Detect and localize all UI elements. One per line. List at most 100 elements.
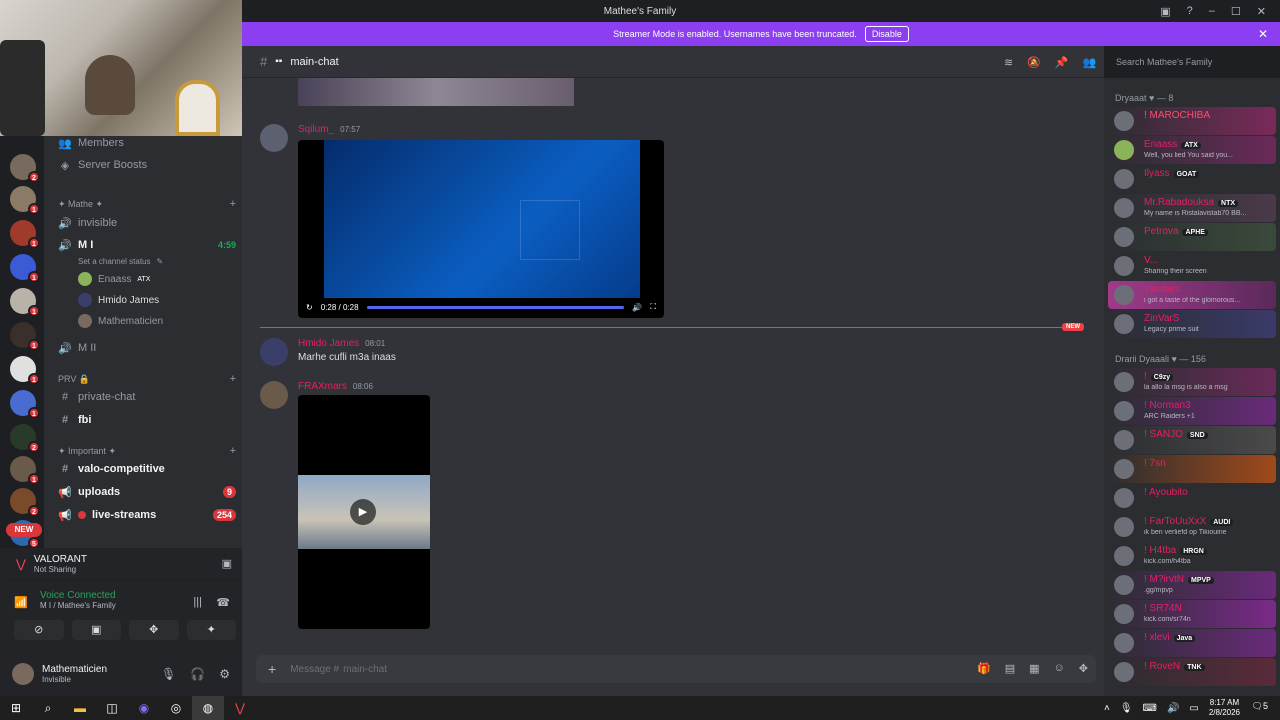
screen-share-icon[interactable]: ▣ xyxy=(1160,5,1170,18)
add-channel-icon[interactable]: + xyxy=(230,445,236,457)
valorant-taskbar-icon[interactable]: ⋁ xyxy=(224,696,256,720)
avatar[interactable] xyxy=(12,663,34,685)
clock[interactable]: 8:17 AM 2/8/2026 xyxy=(1209,698,1240,718)
disconnect-icon[interactable]: ☎ xyxy=(216,596,230,609)
search-input[interactable]: Search Mathee's Family xyxy=(1110,53,1274,72)
fullscreen-icon[interactable]: ⛶ xyxy=(650,302,656,312)
close-window-button[interactable]: ✕ xyxy=(1257,5,1266,18)
obs-icon[interactable]: ◎ xyxy=(160,696,192,720)
battery-icon[interactable]: ▭ xyxy=(1189,703,1198,714)
threads-icon[interactable]: ≋ xyxy=(1004,56,1013,69)
network-icon[interactable]: ⌨ xyxy=(1143,703,1157,714)
minimize-button[interactable]: – xyxy=(1209,5,1215,17)
message-author[interactable]: Sqilum_ 07:57 xyxy=(298,124,360,135)
message-author[interactable]: FRAXmars 08:06 xyxy=(298,381,373,392)
category-mathe[interactable]: ✦ Mathe ✦ + xyxy=(58,197,236,211)
mic-tray-icon[interactable]: 🎙 xyxy=(1120,703,1133,714)
replay-icon[interactable]: ↻ xyxy=(306,303,313,312)
channel-status-prompt[interactable]: Set a channel status ✎ xyxy=(78,252,163,270)
screen-share-button[interactable]: ▣ xyxy=(71,620,121,640)
member-item[interactable]: ! Ayoubito xyxy=(1108,484,1276,512)
member-item[interactable]: Yasdars i got a taste of the glomorous... xyxy=(1108,281,1276,309)
video-attachment[interactable]: ▶ xyxy=(298,395,430,629)
avatar[interactable] xyxy=(260,381,288,409)
sticker-icon[interactable]: ▦ xyxy=(1029,662,1039,675)
chrome-icon[interactable]: ◍ xyxy=(192,696,224,720)
voice-user[interactable]: Mathematicien xyxy=(78,312,163,330)
member-item[interactable]: Petrova APHE xyxy=(1108,223,1276,251)
server-icon[interactable]: 1 xyxy=(10,356,40,385)
member-item[interactable]: Mr.Rabadouksa NTX My name is Ristalavistab… xyxy=(1108,194,1276,222)
server-icon[interactable]: 1 xyxy=(10,220,40,249)
camera-off-button[interactable]: ⊘ xyxy=(14,620,64,640)
member-item[interactable]: ! SANJO SND xyxy=(1108,426,1276,454)
share-screen-icon[interactable]: ▣ xyxy=(222,557,232,570)
server-icon[interactable]: 1 xyxy=(10,390,40,419)
search-icon[interactable]: ⌕ xyxy=(32,696,64,720)
apps-icon[interactable]: ✥ xyxy=(1079,662,1088,675)
message-composer[interactable]: + Message # main-chat 🎁 ▤ ▦ ☺ ✥ xyxy=(256,655,1096,683)
video-progress[interactable] xyxy=(366,305,625,309)
help-icon[interactable]: ? xyxy=(1187,5,1193,17)
server-icon[interactable]: 2 xyxy=(10,154,40,183)
add-channel-icon[interactable]: + xyxy=(230,373,236,385)
banner-close-icon[interactable]: ✕ xyxy=(1258,27,1268,41)
pin-icon[interactable]: 📌 xyxy=(1055,56,1069,69)
server-icon[interactable]: 1 xyxy=(10,322,40,351)
server-icon[interactable]: 1 xyxy=(10,254,40,283)
voice-channel-invisible[interactable]: 🔊 invisible xyxy=(58,213,236,233)
member-item[interactable]: Ilyass GOAT xyxy=(1108,165,1276,193)
gif-icon[interactable]: ▤ xyxy=(1005,662,1015,675)
disable-streamer-button[interactable]: Disable xyxy=(864,26,909,42)
activities-button[interactable]: ✥ xyxy=(129,620,179,640)
maximize-button[interactable]: ☐ xyxy=(1231,5,1241,18)
notification-icon[interactable]: 🗨5 xyxy=(1252,701,1268,712)
channel-private-chat[interactable]: # private-chat xyxy=(58,387,236,407)
member-item[interactable]: ! FarToUuXxX AUDI ik ben verliefd op Tikio… xyxy=(1108,513,1276,541)
member-item[interactable]: ! RoveN TNK xyxy=(1108,658,1276,686)
voice-user[interactable]: Hmido James xyxy=(78,291,159,309)
member-item[interactable]: ! xlevi Java xyxy=(1108,629,1276,657)
discord-icon[interactable]: ◉ xyxy=(128,696,160,720)
member-item[interactable]: ! Norman3 ARC Raiders +1 xyxy=(1108,397,1276,425)
server-icon[interactable]: 1 xyxy=(10,186,40,215)
volume-icon[interactable]: 🔊 xyxy=(632,303,642,312)
new-unreads-pill[interactable]: NEW xyxy=(6,523,42,537)
gift-icon[interactable]: 🎁 xyxy=(977,662,991,675)
member-list-icon[interactable]: 👥 xyxy=(1083,56,1097,69)
voice-channel-mii[interactable]: 🔊 M II xyxy=(58,338,236,358)
notifications-icon[interactable]: 🔕 xyxy=(1027,56,1041,69)
category-prv[interactable]: PRV 🔒 + xyxy=(58,372,236,386)
channel-uploads[interactable]: 📢 uploads 9 xyxy=(58,482,236,502)
member-item[interactable]: ! MAROCHIBA xyxy=(1108,107,1276,135)
headphones-icon[interactable]: 🎧 xyxy=(190,667,205,681)
soundboard-button[interactable]: ✦ xyxy=(186,620,236,640)
file-explorer-icon[interactable]: ▬ xyxy=(64,696,96,720)
volume-tray-icon[interactable]: 🔊 xyxy=(1167,703,1179,714)
member-item[interactable]: ! SR74N kick.com/sr74n xyxy=(1108,600,1276,628)
voice-user[interactable]: Enaass ATX xyxy=(78,270,150,288)
server-icon[interactable]: 1 xyxy=(10,288,40,317)
member-item[interactable]: ! M?irvtN MPVP .gg/mpvp xyxy=(1108,571,1276,599)
windows-start-icon[interactable]: ⊞ xyxy=(0,696,32,720)
server-icon[interactable]: 2 xyxy=(10,424,40,453)
emoji-icon[interactable]: ☺ xyxy=(1054,662,1065,675)
member-item[interactable]: ! H4tba HRGN kick.com/h4tba xyxy=(1108,542,1276,570)
channel-valo-competitive[interactable]: # valo-competitive xyxy=(58,459,236,479)
channel-fbi[interactable]: # fbi xyxy=(58,410,236,430)
chevron-up-icon[interactable]: ˄ xyxy=(1104,703,1110,714)
members-link[interactable]: 👥 Members xyxy=(58,136,236,153)
avatar[interactable] xyxy=(260,338,288,366)
microphone-icon[interactable]: 🎙 xyxy=(161,667,176,681)
store-icon[interactable]: ◫ xyxy=(96,696,128,720)
category-important[interactable]: ✦ Important ✦ + xyxy=(58,444,236,458)
message-author[interactable]: Hmido James 08:01 xyxy=(298,338,385,349)
member-item[interactable]: V... Sharing their screen xyxy=(1108,252,1276,280)
settings-icon[interactable]: ⚙ xyxy=(219,667,230,681)
add-attachment-icon[interactable]: + xyxy=(268,661,276,677)
avatar[interactable] xyxy=(260,124,288,152)
member-item[interactable]: Enaass ATX Well, you lied You said you... xyxy=(1108,136,1276,164)
member-item[interactable]: ! C9zy la allo la msg is also a msg xyxy=(1108,368,1276,396)
member-item[interactable]: ! 7sn xyxy=(1108,455,1276,483)
server-icon[interactable]: 1 xyxy=(10,456,40,485)
